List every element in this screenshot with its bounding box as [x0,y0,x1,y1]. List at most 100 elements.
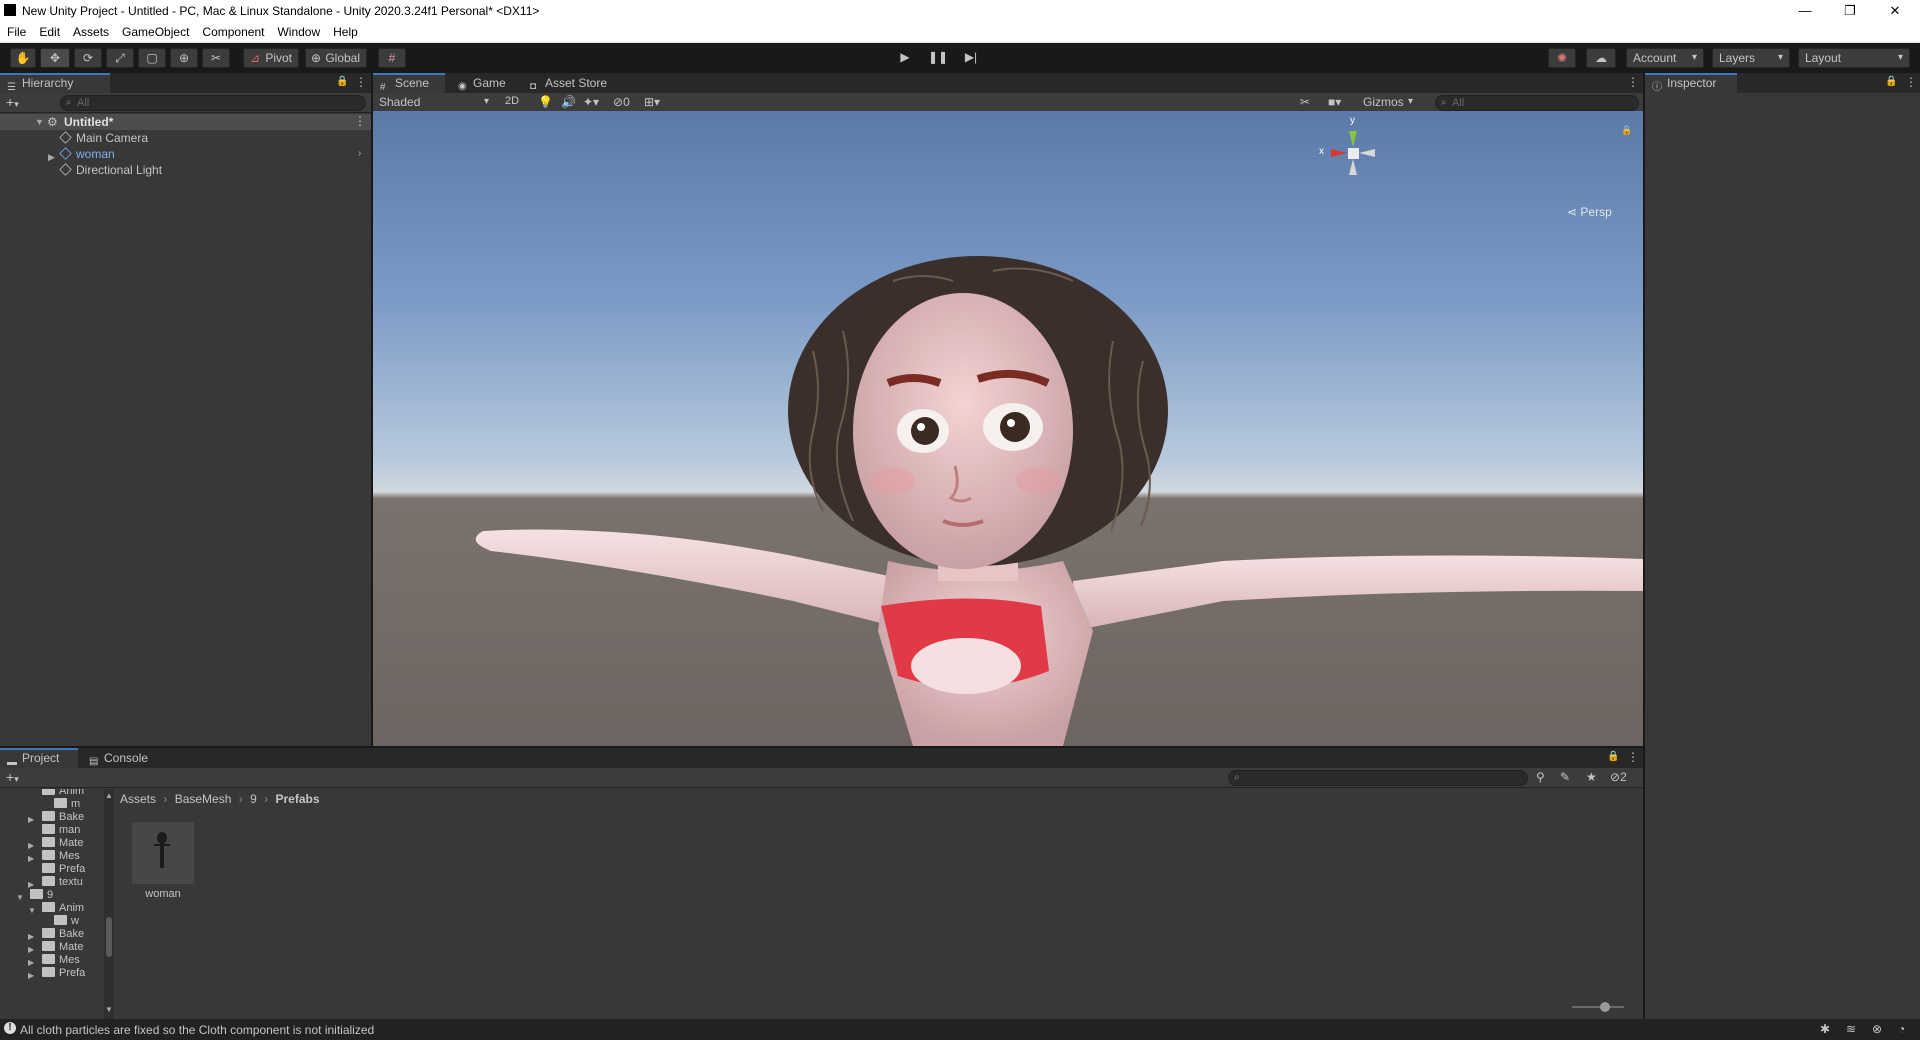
lock-icon[interactable]: 🔒 [336,76,348,87]
grid-toggle-icon[interactable]: ⊞▾ [644,95,660,109]
auto-generate-icon[interactable]: ⊗ [1872,1022,1882,1036]
transform-tool-button[interactable]: ⊕ [170,48,198,68]
expand-arrow-icon[interactable]: ▼ [35,117,44,127]
menu-edit[interactable]: Edit [32,22,66,39]
project-tree-item[interactable]: ▶ textu [0,876,104,889]
project-tree-item[interactable]: ▼ 9 [0,889,104,902]
slider-thumb[interactable] [1600,1002,1610,1012]
menu-file[interactable]: File [0,22,32,39]
rotate-tool-button[interactable]: ⟳ [74,48,102,68]
breadcrumb-item[interactable]: BaseMesh [175,792,232,806]
create-plus-button[interactable]: +▾ [6,94,19,110]
visibility-toggle[interactable]: ⊘0 [613,95,630,109]
pivot-toggle[interactable]: ⊿ Pivot [243,48,299,68]
progress-check-icon[interactable]: ◔ [1898,1022,1905,1036]
project-tree-item[interactable]: ▶ Mes [0,954,104,967]
kebab-menu-icon[interactable]: ⋮ [355,75,367,89]
menu-gameobject[interactable]: GameObject [115,22,195,39]
scene-row[interactable]: ▼ ⚙ Untitled* ⋮ [0,114,371,130]
project-tree-item[interactable]: ▼ Anim [0,902,104,915]
expand-arrow-icon[interactable]: ▶ [28,969,34,982]
gizmos-dropdown[interactable]: Gizmos [1357,94,1419,112]
tools-icon[interactable]: ✂ [1300,95,1310,109]
tab-console[interactable]: ▤ Console [82,748,162,768]
effects-toggle-icon[interactable]: ✦▾ [583,95,599,109]
hand-tool-button[interactable]: ✋ [10,48,36,68]
breadcrumb-item-current[interactable]: Prefabs [275,792,319,806]
create-plus-button[interactable]: +▾ [6,769,19,785]
project-tree-item[interactable]: w [0,915,104,928]
scale-tool-button[interactable]: ⤢ [106,48,134,68]
scene-kebab-icon[interactable]: ⋮ [354,114,366,128]
project-tree-item[interactable]: ▶ Mate [0,837,104,850]
scroll-up-icon[interactable]: ▲ [105,791,113,800]
maximize-button[interactable]: ❐ [1827,0,1873,22]
scene-orientation-gizmo[interactable]: y x [1319,115,1383,189]
gizmo-lock-icon[interactable]: 🔒 [1621,125,1632,136]
tab-inspector[interactable]: ⓘ Inspector [1645,73,1737,93]
project-tree-item[interactable]: ▶ Bake [0,928,104,941]
menu-assets[interactable]: Assets [66,22,115,39]
asset-item-woman[interactable]: woman [132,822,194,904]
move-tool-button[interactable]: ✥ [40,48,70,68]
tab-project[interactable]: ▬ Project [0,748,78,768]
menu-component[interactable]: Component [195,22,270,39]
menu-window[interactable]: Window [270,22,326,39]
rect-tool-button[interactable]: ▢ [138,48,166,68]
account-dropdown[interactable]: Account [1626,48,1704,68]
hidden-packages-toggle[interactable]: ⊘2 [1610,770,1627,784]
bug-icon[interactable]: ✱ [1820,1022,1830,1036]
scroll-down-icon[interactable]: ▼ [105,1005,113,1014]
tab-asset-store[interactable]: ◘ Asset Store [523,73,623,93]
2d-toggle[interactable]: 2D [505,95,519,107]
project-tree-item[interactable]: ▶ Prefa [0,967,104,980]
search-by-label-icon[interactable]: ✎ [1560,770,1570,784]
project-tree-item[interactable]: Anim [0,789,104,798]
minimize-button[interactable]: — [1782,0,1828,22]
lighting-toggle-icon[interactable]: 💡 [538,95,553,109]
project-tree-item[interactable]: m [0,798,104,811]
cloud-button[interactable]: ☁ [1586,48,1616,68]
menu-help[interactable]: Help [326,22,364,39]
open-prefab-arrow-icon[interactable]: › [358,148,361,159]
pause-button[interactable]: ❚❚ [923,48,953,68]
project-search-input[interactable] [1228,770,1528,786]
snap-grid-button[interactable]: # [378,48,406,68]
project-tree-item[interactable]: Prefa [0,863,104,876]
scene-search-input[interactable]: All [1435,95,1639,111]
layout-dropdown[interactable]: Layout [1798,48,1910,68]
lock-icon[interactable]: 🔒 [1607,751,1619,762]
status-message[interactable]: All cloth particles are fixed so the Clo… [20,1023,374,1037]
step-button[interactable]: ▶| [956,48,986,68]
expand-arrow-icon[interactable]: ▶ [48,149,55,165]
project-tree-item[interactable]: ▶ Bake [0,811,104,824]
hierarchy-item-woman[interactable]: ▶ woman [48,146,115,162]
shading-mode-dropdown[interactable]: Shaded [373,94,495,112]
collab-button[interactable]: ✺ [1548,48,1576,68]
breadcrumb-item[interactable]: 9 [250,792,257,806]
custom-tool-button[interactable]: ✂ [202,48,230,68]
scrollbar-thumb[interactable] [106,917,112,957]
stack-icon[interactable]: ≋ [1846,1022,1856,1036]
projection-toggle[interactable]: ⋖ Persp [1567,205,1612,219]
kebab-menu-icon[interactable]: ⋮ [1627,750,1639,764]
layers-dropdown[interactable]: Layers [1712,48,1790,68]
tab-game[interactable]: ◉ Game [451,73,517,93]
hierarchy-item-directional-light[interactable]: Directional Light [59,162,162,178]
tab-hierarchy[interactable]: ☰ Hierarchy [0,73,110,93]
lock-icon[interactable]: 🔒 [1885,76,1897,87]
audio-toggle-icon[interactable]: 🔊 [561,95,576,109]
project-tree-item[interactable]: ▶ Mate [0,941,104,954]
icon-size-slider[interactable] [1572,1002,1624,1012]
close-button[interactable]: ✕ [1872,0,1918,22]
project-tree-item[interactable]: man [0,824,104,837]
breadcrumb-item[interactable]: Assets [120,792,156,806]
scene-kebab-icon[interactable]: ⋮ [1627,75,1639,89]
tree-scrollbar[interactable]: ▲ ▼ [104,789,114,1019]
global-toggle[interactable]: ⊕ Global [305,48,367,68]
search-by-type-icon[interactable]: ⚲ [1536,770,1545,784]
camera-settings-icon[interactable]: ■▾ [1328,95,1341,109]
play-button[interactable]: ▶ [890,48,920,68]
favorite-star-icon[interactable]: ★ [1586,770,1597,784]
kebab-menu-icon[interactable]: ⋮ [1905,75,1917,89]
